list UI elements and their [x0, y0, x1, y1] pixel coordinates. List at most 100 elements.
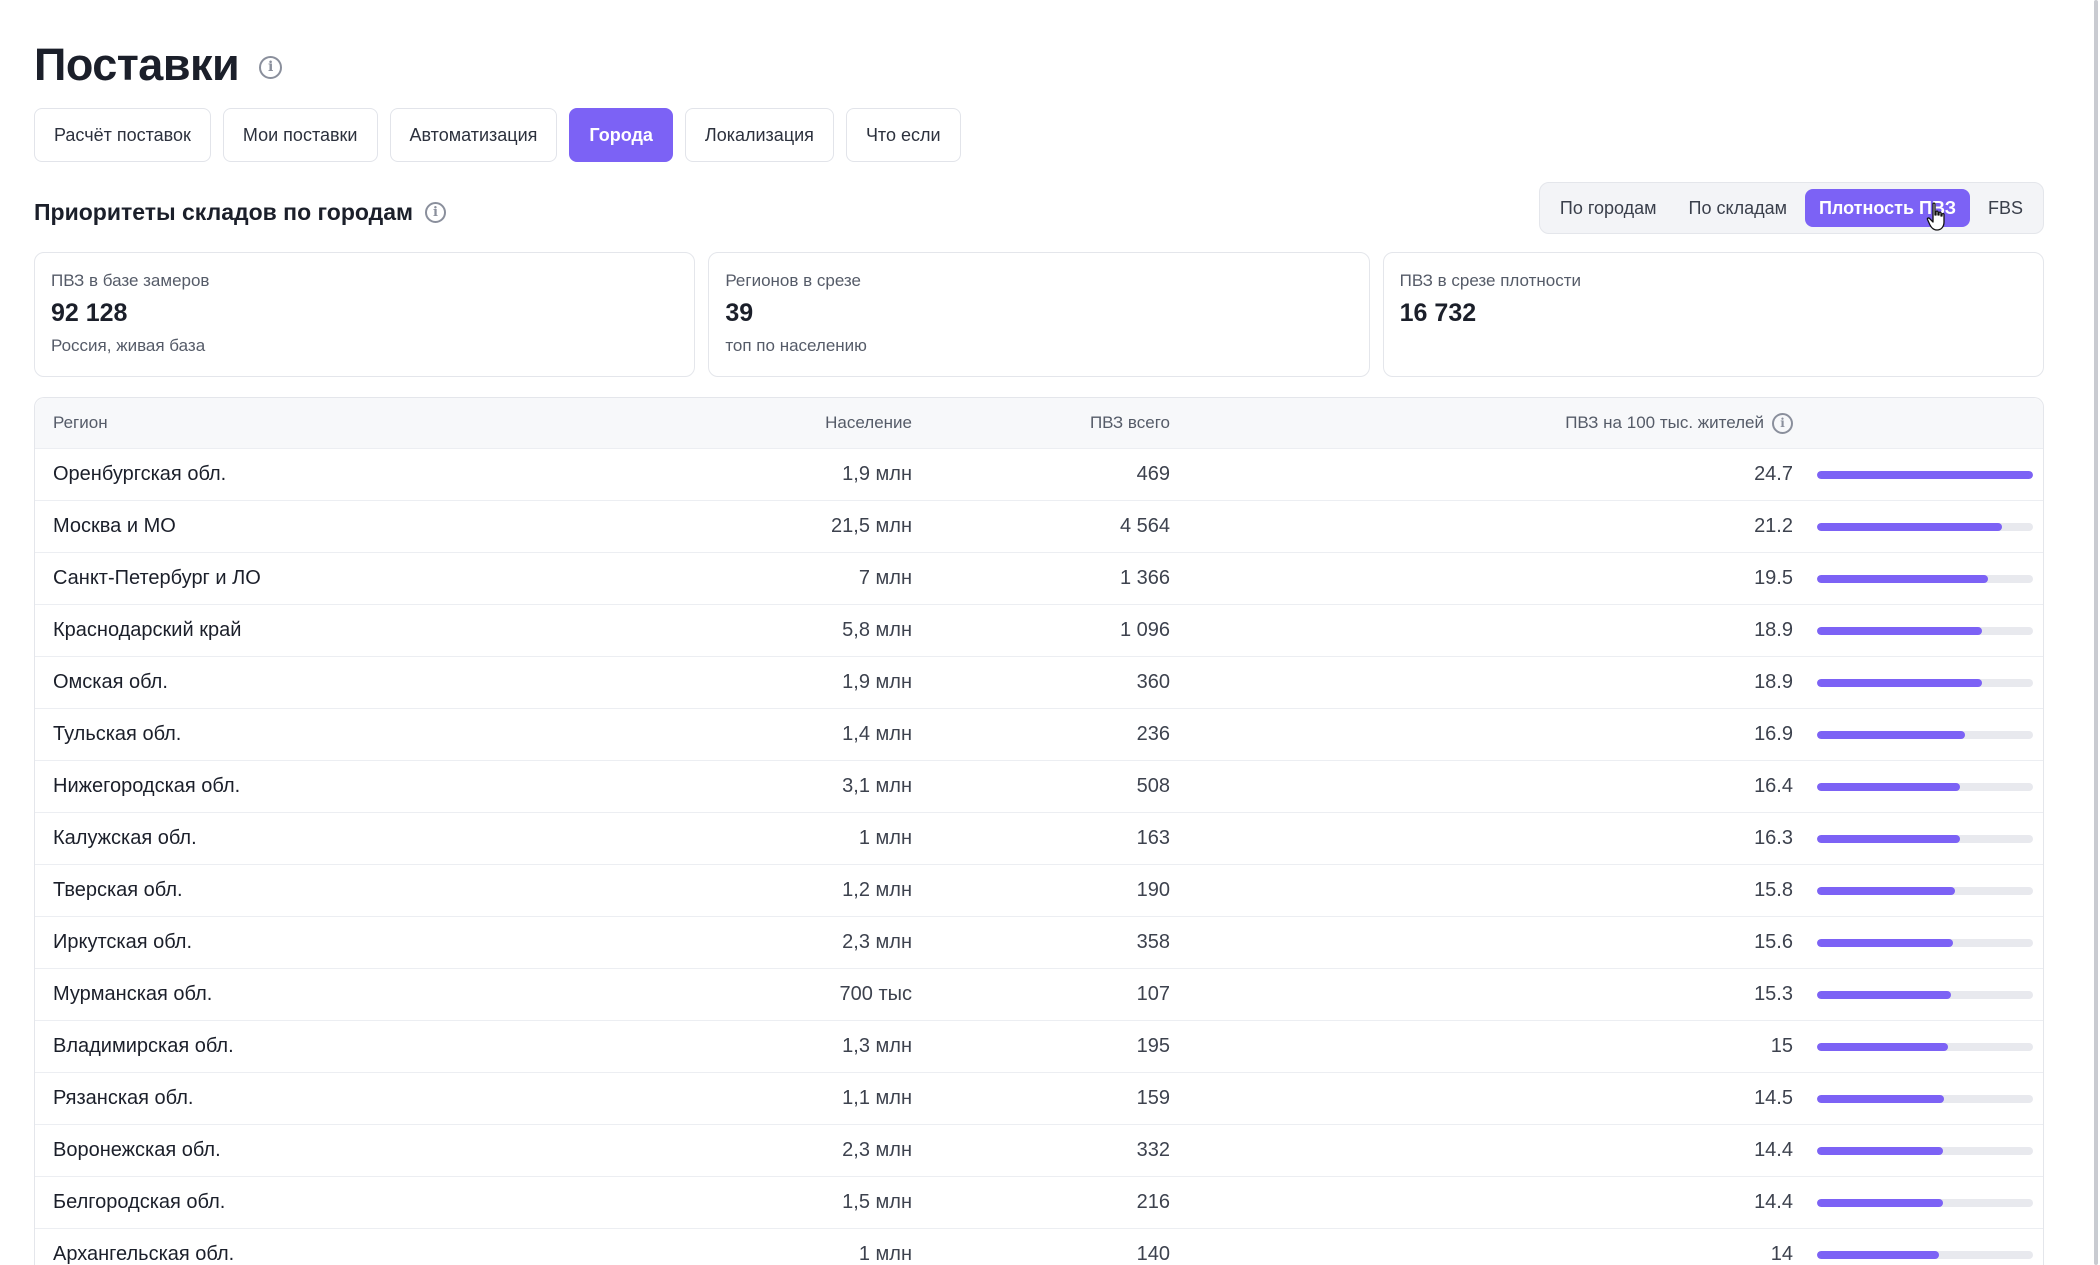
stat-card-label: ПВЗ в базе замеров	[51, 271, 210, 290]
table-row[interactable]: Санкт-Петербург и ЛО 7 млн 1 366 19.5	[35, 553, 2043, 605]
column-header-region[interactable]: Регион	[35, 413, 635, 433]
density-cell: 18.9	[1754, 619, 1793, 641]
population-cell: 1,2 млн	[842, 879, 912, 901]
nav-tabs: Расчёт поставок Мои поставки Автоматизац…	[34, 108, 2100, 162]
table-row[interactable]: Калужская обл. 1 млн 163 16.3	[35, 813, 2043, 865]
view-pvz-density[interactable]: Плотность ПВЗ	[1804, 189, 1970, 227]
density-bar-track	[1817, 938, 2033, 947]
density-cell: 21.2	[1754, 515, 1793, 537]
population-cell: 1,9 млн	[842, 671, 912, 693]
density-bar-fill	[1817, 1042, 1949, 1051]
stat-card-density-pvz: ПВЗ в срезе плотности 16 732	[1382, 252, 2044, 377]
density-cell: 24.7	[1754, 463, 1793, 485]
column-header-pvz-total[interactable]: ПВЗ всего	[912, 413, 1170, 433]
table-row[interactable]: Оренбургская обл. 1,9 млн 469 24.7	[35, 449, 2043, 501]
population-cell: 7 млн	[858, 567, 912, 589]
population-cell: 700 тыс	[839, 983, 912, 1005]
pvz-total-cell: 1 366	[1119, 567, 1170, 589]
region-cell: Архангельская обл.	[53, 1243, 235, 1265]
population-cell: 21,5 млн	[831, 515, 912, 537]
region-cell: Омская обл.	[53, 671, 168, 693]
view-by-warehouses[interactable]: По складам	[1675, 189, 1801, 227]
table-body: Оренбургская обл. 1,9 млн 469 24.7 Москва и …	[35, 449, 2043, 1265]
population-cell: 2,3 млн	[842, 1139, 912, 1161]
region-cell: Тверская обл.	[53, 879, 183, 901]
population-cell: 1,5 млн	[842, 1191, 912, 1213]
density-cell: 14	[1770, 1243, 1793, 1265]
page-scrollbar[interactable]	[2090, 0, 2100, 1265]
density-bar	[1793, 1146, 2043, 1155]
tab-cities[interactable]: Города	[569, 108, 673, 162]
density-cell: 16.3	[1754, 827, 1793, 849]
stat-card-note: Россия, живая база	[51, 336, 206, 355]
table-row[interactable]: Иркутская обл. 2,3 млн 358 15.6	[35, 917, 2043, 969]
scrollbar-thumb[interactable]	[2094, 0, 2098, 1265]
density-bar-track	[1817, 574, 2033, 583]
table-row[interactable]: Архангельская обл. 1 млн 140 14	[35, 1229, 2043, 1265]
density-bar-track	[1817, 626, 2033, 635]
view-fbs[interactable]: FBS	[1974, 189, 2037, 227]
density-bar-fill	[1817, 886, 1956, 895]
density-bar-track	[1817, 1042, 2033, 1051]
info-icon[interactable]: i	[425, 201, 447, 223]
tab-localization[interactable]: Локализация	[684, 108, 834, 162]
table-row[interactable]: Тульская обл. 1,4 млн 236 16.9	[35, 709, 2043, 761]
tab-my-supplies[interactable]: Мои поставки	[222, 108, 378, 162]
info-icon[interactable]: i	[259, 55, 283, 79]
tab-what-if[interactable]: Что если	[845, 108, 961, 162]
density-bar	[1793, 886, 2043, 895]
section-title: Приоритеты складов по городам	[34, 198, 414, 225]
pvz-total-cell: 360	[1136, 671, 1170, 693]
density-bar	[1793, 522, 2043, 531]
table-row[interactable]: Краснодарский край 5,8 млн 1 096 18.9	[35, 605, 2043, 657]
density-bar	[1793, 1250, 2043, 1259]
section-header: Приоритеты складов по городам i По город…	[34, 182, 2044, 242]
population-cell: 5,8 млн	[842, 619, 912, 641]
table-row[interactable]: Нижегородская обл. 3,1 млн 508 16.4	[35, 761, 2043, 813]
table-row[interactable]: Рязанская обл. 1,1 млн 159 14.5	[35, 1073, 2043, 1125]
density-bar-track	[1817, 886, 2033, 895]
region-cell: Мурманская обл.	[53, 983, 213, 1005]
density-bar	[1793, 574, 2043, 583]
density-bar	[1793, 782, 2043, 791]
view-by-cities[interactable]: По городам	[1546, 189, 1671, 227]
density-bar	[1793, 626, 2043, 635]
column-header-population[interactable]: Население	[635, 413, 912, 433]
region-cell: Владимирская обл.	[53, 1035, 234, 1057]
table-row[interactable]: Москва и МО 21,5 млн 4 564 21.2	[35, 501, 2043, 553]
region-cell: Санкт-Петербург и ЛО	[53, 567, 261, 589]
density-bar-track	[1817, 470, 2033, 479]
density-bar-fill	[1817, 938, 1954, 947]
table-row[interactable]: Омская обл. 1,9 млн 360 18.9	[35, 657, 2043, 709]
table-row[interactable]: Мурманская обл. 700 тыс 107 15.3	[35, 969, 2043, 1021]
stat-card-value: 39	[725, 299, 754, 327]
density-bar	[1793, 1042, 2043, 1051]
density-bar-fill	[1817, 678, 1983, 687]
tab-automation[interactable]: Автоматизация	[389, 108, 558, 162]
density-bar-track	[1817, 782, 2033, 791]
stat-card-regions: Регионов в срезе 39 топ по населению	[708, 252, 1370, 377]
density-bar-fill	[1817, 470, 2033, 479]
density-bar-fill	[1817, 574, 1988, 583]
table-row[interactable]: Белгородская обл. 1,5 млн 216 14.4	[35, 1177, 2043, 1229]
population-cell: 1,9 млн	[842, 463, 912, 485]
density-bar-fill	[1817, 1198, 1943, 1207]
population-cell: 1 млн	[858, 1243, 912, 1265]
region-cell: Москва и МО	[53, 515, 176, 537]
table-row[interactable]: Владимирская обл. 1,3 млн 195 15	[35, 1021, 2043, 1073]
column-header-density[interactable]: ПВЗ на 100 тыс. жителей i	[1170, 412, 1793, 434]
table-row[interactable]: Воронежская обл. 2,3 млн 332 14.4	[35, 1125, 2043, 1177]
stat-card-value: 92 128	[51, 299, 128, 327]
pvz-total-cell: 358	[1136, 931, 1170, 953]
density-bar-track	[1817, 834, 2033, 843]
info-icon[interactable]: i	[1772, 412, 1793, 434]
tab-supply-calculation[interactable]: Расчёт поставок	[34, 108, 211, 162]
density-cell: 15.3	[1754, 983, 1793, 1005]
pvz-total-cell: 332	[1136, 1139, 1170, 1161]
table-row[interactable]: Тверская обл. 1,2 млн 190 15.8	[35, 865, 2043, 917]
density-bar-track	[1817, 730, 2033, 739]
density-bar-track	[1817, 1198, 2033, 1207]
pvz-total-cell: 236	[1136, 723, 1170, 745]
stat-card-label: Регионов в срезе	[725, 271, 861, 290]
pvz-total-cell: 190	[1136, 879, 1170, 901]
